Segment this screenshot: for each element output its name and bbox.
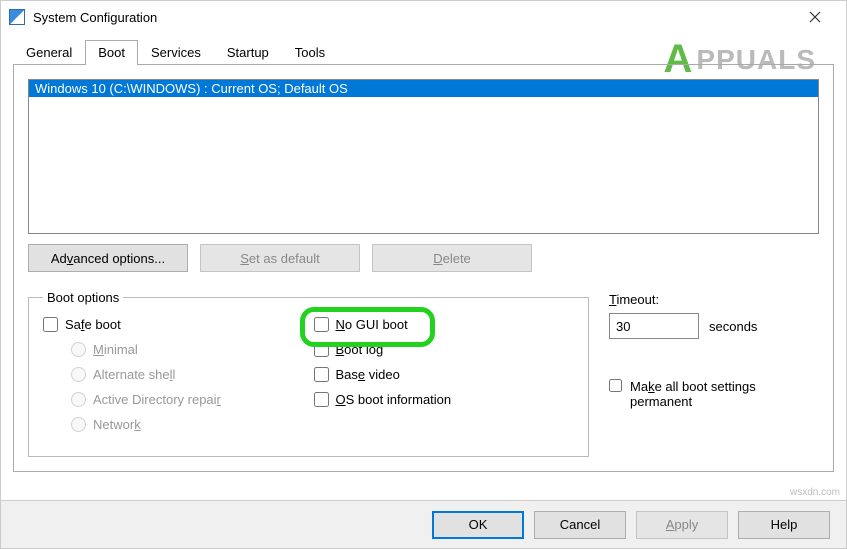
dialog-footer: OK Cancel Apply Help	[1, 500, 846, 548]
network-input	[71, 417, 86, 432]
timeout-label: Timeout:	[609, 292, 819, 307]
tab-general[interactable]: General	[13, 40, 85, 65]
tab-tools[interactable]: Tools	[282, 40, 338, 65]
timeout-panel: Timeout: seconds Make all boot settings …	[609, 290, 819, 457]
make-permanent-input[interactable]	[609, 379, 622, 392]
tab-services[interactable]: Services	[138, 40, 214, 65]
help-button[interactable]: Help	[738, 511, 830, 539]
tab-boot[interactable]: Boot	[85, 40, 138, 65]
os-boot-info-checkbox[interactable]: OS boot information	[314, 392, 575, 407]
boot-options-legend: Boot options	[43, 290, 123, 305]
os-button-row: Advanced options... Set as default Delet…	[28, 244, 819, 272]
adrepair-input	[71, 392, 86, 407]
close-icon	[809, 11, 821, 23]
apply-button: Apply	[636, 511, 728, 539]
tabstrip: General Boot Services Startup Tools	[13, 39, 834, 65]
set-as-default-button: Set as default	[200, 244, 360, 272]
timeout-unit: seconds	[709, 319, 757, 334]
boot-os-listbox[interactable]: Windows 10 (C:\WINDOWS) : Current OS; De…	[28, 79, 819, 234]
safe-boot-minimal-radio: Minimal	[71, 342, 304, 357]
source-watermark: wsxdn.com	[790, 487, 840, 498]
safe-boot-adrepair-radio: Active Directory repair	[71, 392, 304, 407]
safe-boot-checkbox[interactable]: Safe boot	[43, 317, 304, 332]
titlebar: System Configuration	[1, 1, 846, 33]
app-icon	[9, 9, 25, 25]
cancel-button[interactable]: Cancel	[534, 511, 626, 539]
boot-options-group: Boot options Safe boot Minimal Alternate…	[28, 290, 589, 457]
safe-boot-network-radio: Network	[71, 417, 304, 432]
safe-boot-altshell-radio: Alternate shell	[71, 367, 304, 382]
ok-button[interactable]: OK	[432, 511, 524, 539]
boot-log-checkbox[interactable]: Boot log	[314, 342, 575, 357]
window-title: System Configuration	[33, 10, 792, 25]
minimal-input	[71, 342, 86, 357]
safe-boot-input[interactable]	[43, 317, 58, 332]
base-video-checkbox[interactable]: Base video	[314, 367, 575, 382]
boot-log-input[interactable]	[314, 342, 329, 357]
delete-button: Delete	[372, 244, 532, 272]
tab-panel-boot: Windows 10 (C:\WINDOWS) : Current OS; De…	[13, 65, 834, 472]
close-button[interactable]	[792, 2, 838, 32]
tab-startup[interactable]: Startup	[214, 40, 282, 65]
no-gui-boot-checkbox[interactable]: No GUI boot	[314, 317, 575, 332]
boot-os-item[interactable]: Windows 10 (C:\WINDOWS) : Current OS; De…	[29, 80, 818, 97]
make-permanent-checkbox[interactable]: Make all boot settings permanent	[609, 379, 819, 409]
timeout-input[interactable]	[609, 313, 699, 339]
os-boot-info-input[interactable]	[314, 392, 329, 407]
no-gui-boot-input[interactable]	[314, 317, 329, 332]
advanced-options-button[interactable]: Advanced options...	[28, 244, 188, 272]
base-video-input[interactable]	[314, 367, 329, 382]
altshell-input	[71, 367, 86, 382]
